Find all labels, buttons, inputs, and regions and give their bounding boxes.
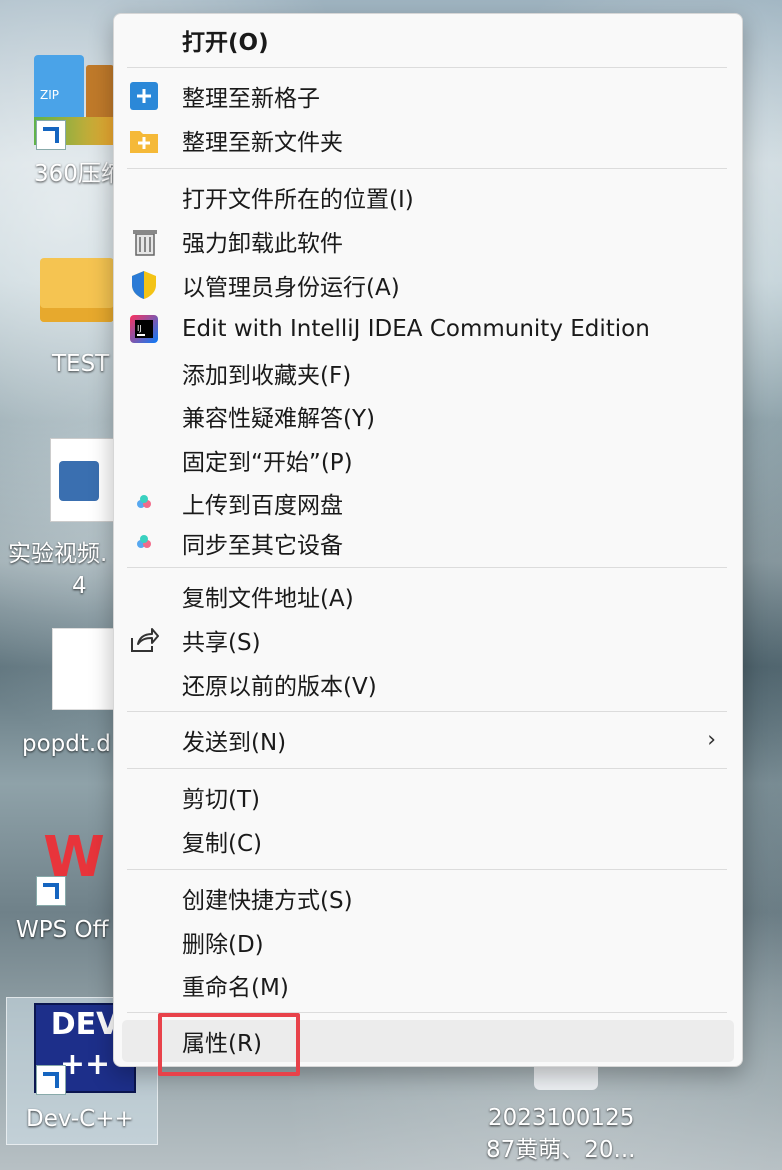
menu-item-label: 整理至新文件夹 bbox=[182, 130, 343, 156]
menu-item-label: 复制(C) bbox=[182, 831, 263, 857]
plus-grid-icon bbox=[128, 80, 160, 112]
menu-item-pin-start[interactable]: 固定到“开始”(P) bbox=[122, 439, 734, 481]
menu-item-upload-baidu[interactable]: 上传到百度网盘 bbox=[122, 482, 734, 524]
menu-item-label: 添加到收藏夹(F) bbox=[182, 363, 352, 389]
menu-item-label: 兼容性疑难解答(Y) bbox=[182, 406, 375, 432]
menu-item-share[interactable]: 共享(S) bbox=[122, 619, 734, 661]
menu-item-label: 发送到(N) bbox=[182, 730, 287, 756]
menu-item-copy-path[interactable]: 复制文件地址(A) bbox=[122, 575, 734, 617]
desktop-icon-label: 实验视频. bbox=[8, 541, 108, 567]
menu-separator bbox=[127, 711, 727, 712]
menu-item-label: 上传到百度网盘 bbox=[182, 493, 343, 519]
intellij-icon: IJ bbox=[128, 313, 160, 345]
svg-text:IJ: IJ bbox=[137, 324, 142, 333]
annotation-highlight-box bbox=[158, 1013, 300, 1076]
menu-item-label: 强力卸载此软件 bbox=[182, 231, 343, 257]
context-menu: 打开(O) 整理至新格子 整理至新文件夹 打开文件所在的位置(I) 强力卸载此软… bbox=[113, 13, 743, 1067]
menu-item-label: 删除(D) bbox=[182, 932, 264, 958]
trash-icon bbox=[128, 225, 160, 257]
menu-item-add-favorites[interactable]: 添加到收藏夹(F) bbox=[122, 352, 734, 394]
menu-item-cut[interactable]: 剪切(T) bbox=[122, 776, 734, 818]
menu-item-label: Edit with IntelliJ IDEA Community Editio… bbox=[182, 316, 650, 342]
menu-item-label: 整理至新格子 bbox=[182, 86, 320, 112]
desktop-icon-label: popdt.d bbox=[22, 731, 111, 757]
menu-item-open-location[interactable]: 打开文件所在的位置(I) bbox=[122, 176, 734, 218]
menu-item-send-to[interactable]: 发送到(N) › bbox=[122, 719, 734, 761]
menu-item-label: 共享(S) bbox=[182, 630, 261, 656]
plus-folder-icon bbox=[128, 124, 160, 156]
menu-item-copy[interactable]: 复制(C) bbox=[122, 820, 734, 862]
menu-item-label: 创建快捷方式(S) bbox=[182, 888, 353, 914]
blank-file-icon bbox=[52, 628, 114, 710]
menu-item-label: 打开(O) bbox=[182, 30, 269, 56]
shortcut-arrow-icon bbox=[36, 876, 66, 906]
baidu-netdisk-icon bbox=[128, 487, 160, 519]
shortcut-arrow-icon bbox=[36, 120, 66, 150]
desktop-icon-label: WPS Off bbox=[16, 917, 109, 943]
menu-item-label: 以管理员身份运行(A) bbox=[182, 275, 400, 301]
menu-item-restore-versions[interactable]: 还原以前的版本(V) bbox=[122, 663, 734, 705]
menu-item-intellij[interactable]: IJ Edit with IntelliJ IDEA Community Edi… bbox=[122, 308, 734, 350]
menu-item-label: 复制文件地址(A) bbox=[182, 586, 354, 612]
menu-separator bbox=[127, 168, 727, 169]
menu-item-organize-grid[interactable]: 整理至新格子 bbox=[122, 75, 734, 117]
desktop-icon-label: Dev-C++ bbox=[26, 1106, 134, 1132]
menu-item-sync-devices[interactable]: 同步至其它设备 bbox=[122, 522, 734, 564]
desktop-icon-document[interactable]: 2023100125 87黄萌、20... bbox=[470, 1060, 670, 1170]
share-icon bbox=[128, 624, 160, 656]
uac-shield-icon bbox=[128, 269, 160, 301]
menu-item-delete[interactable]: 删除(D) bbox=[122, 921, 734, 963]
menu-item-label: 打开文件所在的位置(I) bbox=[182, 187, 414, 213]
chevron-right-icon: › bbox=[707, 727, 716, 753]
menu-item-rename[interactable]: 重命名(M) bbox=[122, 964, 734, 1006]
menu-item-force-uninstall[interactable]: 强力卸载此软件 bbox=[122, 220, 734, 262]
menu-item-label: 剪切(T) bbox=[182, 787, 260, 813]
menu-separator bbox=[127, 67, 727, 68]
menu-item-run-as-admin[interactable]: 以管理员身份运行(A) bbox=[122, 264, 734, 306]
menu-separator bbox=[127, 869, 727, 870]
desktop-icon-label: 87黄萌、20... bbox=[486, 1137, 636, 1163]
shortcut-arrow-icon bbox=[36, 1065, 66, 1095]
menu-item-label: 还原以前的版本(V) bbox=[182, 674, 377, 700]
desktop-icon-label: 2023100125 bbox=[488, 1105, 635, 1131]
baidu-sync-icon bbox=[128, 527, 160, 559]
menu-separator bbox=[127, 768, 727, 769]
menu-item-organize-folder[interactable]: 整理至新文件夹 bbox=[122, 119, 734, 161]
menu-item-compatibility[interactable]: 兼容性疑难解答(Y) bbox=[122, 395, 734, 437]
menu-item-create-shortcut[interactable]: 创建快捷方式(S) bbox=[122, 877, 734, 919]
folder-icon bbox=[40, 258, 114, 322]
desktop-icon-label: TEST bbox=[52, 351, 110, 377]
menu-item-label: 重命名(M) bbox=[182, 975, 289, 1001]
menu-item-label: 固定到“开始”(P) bbox=[182, 450, 353, 476]
desktop-icon-label: 360压缩 bbox=[34, 161, 124, 187]
desktop-icon-label: 4 bbox=[72, 573, 87, 599]
video-file-icon bbox=[50, 438, 114, 522]
menu-separator bbox=[127, 567, 727, 568]
menu-item-open[interactable]: 打开(O) bbox=[122, 19, 734, 61]
menu-item-label: 同步至其它设备 bbox=[182, 533, 343, 559]
